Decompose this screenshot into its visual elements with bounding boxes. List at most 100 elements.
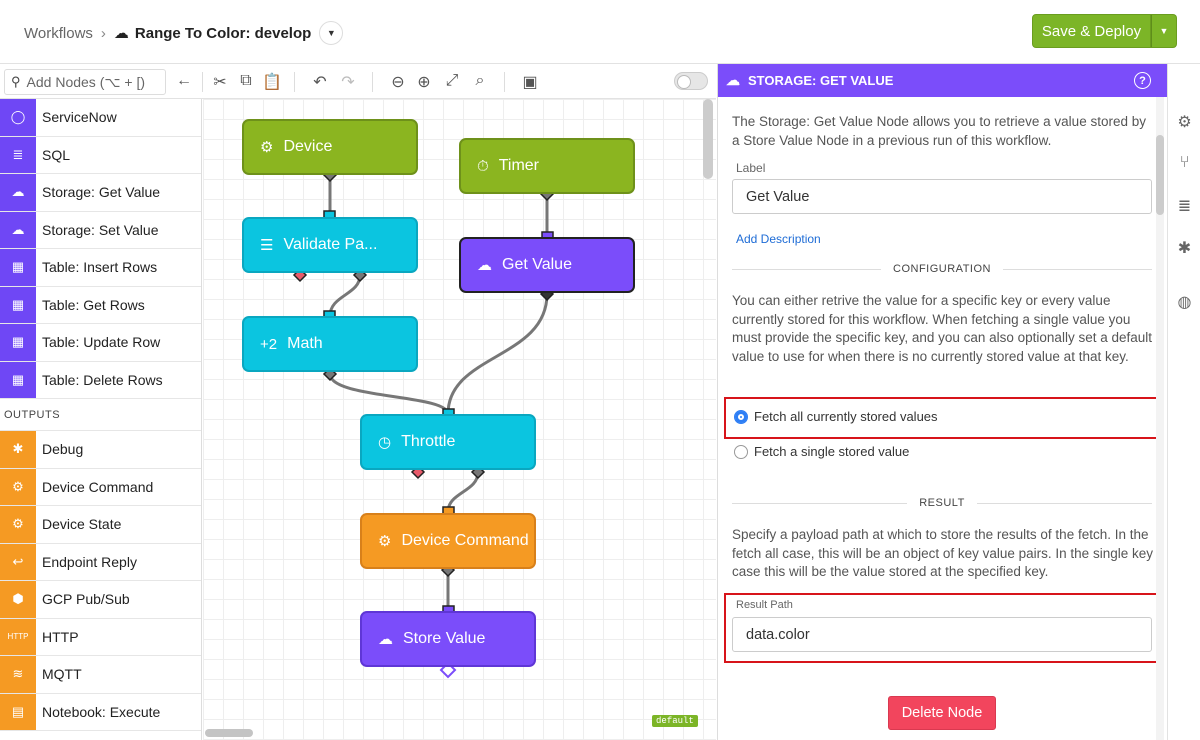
cloud-download-icon: ☁	[0, 174, 36, 211]
palette-item[interactable]: ≋ MQTT	[0, 656, 201, 694]
toolbar-divider	[294, 72, 295, 92]
chip-icon: ⚙	[0, 506, 36, 543]
paste-icon[interactable]: 📋	[262, 72, 282, 92]
palette-item[interactable]: ▦ Table: Get Rows	[0, 286, 201, 324]
debug-bug-icon[interactable]: ✱	[1168, 238, 1200, 258]
wire-validate-math	[328, 274, 362, 317]
workflow-canvas[interactable]: ⚙ Device ⏱ Timer ☰ Validate Pa... ☁ Get …	[203, 99, 716, 740]
node-get-value[interactable]: ☁ Get Value	[459, 237, 635, 293]
node-label: Throttle	[401, 433, 456, 450]
node-device-command[interactable]: ⚙ Device Command	[360, 513, 536, 569]
result-text: Specify a payload path at which to store…	[732, 527, 1153, 579]
node-throttle[interactable]: ◷ Throttle	[360, 414, 536, 470]
palette-item[interactable]: ☁ Storage: Get Value	[0, 174, 201, 212]
node-palette: ◯ ServiceNow ≣ SQL ☁ Storage: Get Value ☁ Stora…	[0, 99, 202, 740]
checklist-icon: ☰	[260, 237, 274, 254]
palette-item[interactable]: ▦ Table: Delete Rows	[0, 361, 201, 399]
notebook-icon: ▤	[0, 693, 36, 730]
add-description-link[interactable]: Add Description	[736, 232, 821, 246]
gear-icon[interactable]: ⚙	[1168, 112, 1200, 132]
palette-item-label: SQL	[42, 146, 71, 163]
wire-throttle-command	[446, 471, 480, 513]
node-timer[interactable]: ⏱ Timer	[459, 138, 635, 194]
add-comment-icon[interactable]: ▣	[520, 72, 540, 92]
add-nodes-search[interactable]: ⚲ Add Nodes (⌥ + [)	[4, 69, 166, 95]
delete-node-button[interactable]: Delete Node	[888, 696, 996, 730]
label-input[interactable]: Get Value	[732, 179, 1152, 214]
palette-item[interactable]: ⬢ GCP Pub/Sub	[0, 581, 201, 619]
palette-item-label: Table: Insert Rows	[42, 259, 158, 276]
palette-item[interactable]: ≣ SQL	[0, 136, 201, 174]
node-label: Timer	[498, 157, 539, 174]
zoom-in-icon[interactable]: ⊕	[414, 72, 434, 92]
radio-unselected-icon	[734, 444, 748, 459]
palette-item-label: GCP Pub/Sub	[42, 591, 130, 608]
cut-icon[interactable]: ✂	[210, 72, 230, 92]
deploy-options-button[interactable]: ▼	[1151, 14, 1177, 48]
palette-item[interactable]: ◯ ServiceNow	[0, 99, 201, 137]
palette-item[interactable]: HTTP HTTP	[0, 618, 201, 656]
node-device[interactable]: ⚙ Device	[242, 119, 418, 175]
globe-icon[interactable]: ◍	[1168, 292, 1200, 312]
panel-scrollbar[interactable]	[1156, 97, 1164, 740]
cloud-icon: ☁	[113, 25, 129, 42]
radio-fetch-single[interactable]: Fetch a single stored value	[734, 444, 909, 459]
palette-item[interactable]: ↩ Endpoint Reply	[0, 543, 201, 581]
canvas-scrollbar-horizontal[interactable]	[205, 729, 253, 737]
version-branch-icon[interactable]: ⑂	[1168, 154, 1200, 172]
palette-item[interactable]: ✱ Debug	[0, 431, 201, 469]
storage-icon[interactable]: ≣	[1168, 196, 1200, 216]
zoom-out-icon[interactable]: ⊖	[388, 72, 408, 92]
palette-item[interactable]: ⚙ Device State	[0, 506, 201, 544]
panel-title: STORAGE: GET VALUE	[748, 73, 894, 88]
database-icon: ≣	[0, 136, 36, 173]
chip-icon: ⚙	[378, 533, 392, 550]
math-icon: +2	[260, 335, 278, 353]
node-label: Get Value	[502, 256, 572, 273]
throttle-icon: ◷	[378, 434, 392, 451]
table-icon: ▦	[0, 324, 36, 361]
workflow-menu-button[interactable]: ▼	[319, 21, 344, 45]
wire-getvalue-throttle	[446, 293, 549, 415]
caret-down-icon: ▼	[1159, 26, 1169, 36]
node-validate-payload[interactable]: ☰ Validate Pa...	[242, 217, 418, 273]
copy-icon[interactable]: ⧉	[236, 72, 256, 90]
caret-down-icon: ▼	[326, 28, 336, 38]
result-heading: RESULT	[732, 497, 1152, 509]
redo-icon[interactable]: ↷	[338, 72, 358, 92]
radio-selected-icon	[734, 409, 748, 424]
palette-item[interactable]: ▦ Table: Insert Rows	[0, 249, 201, 287]
node-store-value[interactable]: ☁ Store Value	[360, 611, 536, 667]
stopwatch-icon: ⏱	[477, 157, 489, 175]
right-rail: ⚙ ⑂ ≣ ✱ ◍	[1167, 64, 1200, 740]
palette-item[interactable]: ☁ Storage: Set Value	[0, 211, 201, 249]
palette-item-label: ServiceNow	[42, 109, 117, 126]
toolbar-divider	[372, 72, 373, 92]
fit-screen-icon[interactable]: ⤢	[442, 72, 462, 90]
cloud-download-icon: ☁	[477, 257, 492, 274]
canvas-scrollbar-vertical[interactable]	[703, 99, 713, 179]
palette-item[interactable]: ⚙ Device Command	[0, 468, 201, 506]
bug-icon: ✱	[0, 431, 36, 468]
palette-item[interactable]: ▤ Notebook: Execute	[0, 693, 201, 731]
radio-fetch-all-label: Fetch all currently stored values	[754, 409, 938, 424]
save-deploy-button[interactable]: Save & Deploy	[1032, 14, 1151, 48]
result-path-input[interactable]: data.color	[732, 617, 1152, 652]
canvas-toggle-switch[interactable]	[674, 72, 708, 90]
toolbar-divider	[202, 72, 203, 92]
node-config-panel: ☁ STORAGE: GET VALUE ? The Storage: Get …	[717, 64, 1167, 740]
node-math[interactable]: +2 Math	[242, 316, 418, 372]
radio-fetch-all[interactable]: Fetch all currently stored values	[734, 409, 938, 424]
palette-item-label: Storage: Set Value	[42, 221, 159, 238]
palette-item-label: Device Command	[42, 478, 154, 495]
palette-item-label: Storage: Get Value	[42, 184, 161, 201]
help-icon[interactable]: ?	[1134, 72, 1151, 89]
undo-icon[interactable]: ↶	[310, 72, 330, 92]
breadcrumb-workflows-link[interactable]: Workflows	[24, 25, 93, 42]
palette-item[interactable]: ▦ Table: Update Row	[0, 324, 201, 362]
canvas-toolbar: ⚲ Add Nodes (⌥ + [) ← ✂ ⧉ 📋 ↶ ↷ ⊖ ⊕ ⤢ ⌕ …	[0, 64, 716, 99]
palette-item-label: Debug	[42, 441, 84, 458]
zoom-reset-icon[interactable]: ⌕	[470, 72, 490, 90]
arrow-left-icon[interactable]: ←	[174, 72, 194, 90]
cloud-download-icon: ☁	[726, 72, 740, 88]
